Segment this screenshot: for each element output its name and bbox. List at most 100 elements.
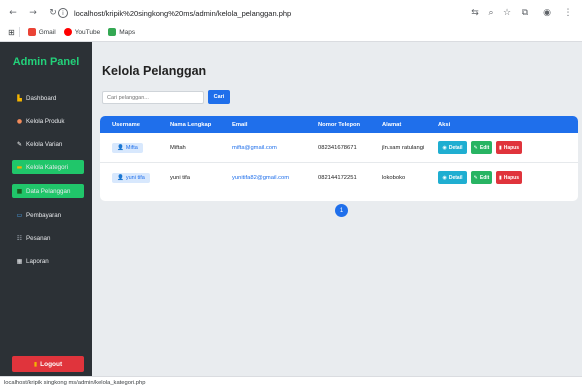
column-header-telepon: Nomor Telepon xyxy=(318,121,361,128)
delete-button[interactable]: ▮ Hapus xyxy=(496,141,522,154)
sidebar-item-kelola-varian[interactable]: ✎ Kelola Varian xyxy=(12,137,84,151)
email: mifta@gmail.com xyxy=(232,145,277,151)
menu-icon[interactable]: ⋮ xyxy=(562,4,574,22)
trash-icon: ▮ xyxy=(498,174,502,181)
main-content: Kelola Pelanggan Cari Username Nama Leng… xyxy=(92,42,582,376)
column-header-username: Username xyxy=(112,121,141,128)
username-badge: 👤 Mifta xyxy=(112,143,143,153)
detail-button[interactable]: ◉ Detail xyxy=(438,141,467,154)
user-icon: 👤 xyxy=(117,175,124,181)
alamat: lokoboko xyxy=(382,175,406,181)
edit-button[interactable]: ✎ Edit xyxy=(471,171,492,184)
status-bar: localhost/kripik singkong ms/admin/kelol… xyxy=(0,376,582,388)
payment-icon: ▭ xyxy=(16,211,23,219)
hapus-label: Hapus xyxy=(503,174,520,181)
bookmark-label: Gmail xyxy=(38,28,56,36)
orders-icon: ☷ xyxy=(16,234,23,242)
sidebar-item-kelola-produk[interactable]: ● Kelola Produk xyxy=(12,114,84,128)
address-bar[interactable]: i localhost/kripik%20singkong%20ms/admin… xyxy=(58,4,438,22)
search-button[interactable]: Cari xyxy=(208,90,230,104)
logout-icon: ▮ xyxy=(33,360,38,368)
address-url: localhost/kripik%20singkong%20ms/admin/k… xyxy=(74,8,292,18)
sidebar-item-laporan[interactable]: ▦ Laporan xyxy=(12,254,84,268)
nomor-telepon: 082341678671 xyxy=(318,145,357,151)
bookmark-star-icon[interactable]: ☆ xyxy=(500,4,514,22)
nama-lengkap: yuni tifa xyxy=(170,175,190,181)
sidebar-item-kelola-kategori[interactable]: ▬ Kelola Kategori xyxy=(12,160,84,174)
bookmarks-bar: ⊞ Gmail YouTube Maps xyxy=(0,24,582,40)
maps-icon xyxy=(108,28,117,36)
url-row: ← → ↻ i localhost/kripik%20singkong%20ms… xyxy=(0,4,582,22)
user-icon: 👤 xyxy=(117,145,124,151)
customer-table: Username Nama Lengkap Email Nomor Telepo… xyxy=(100,116,578,201)
bookmark-label: YouTube xyxy=(74,28,101,36)
sidebar-item-data-pelanggan[interactable]: ■ Data Pelanggan xyxy=(12,184,84,198)
column-header-alamat: Alamat xyxy=(382,121,402,128)
bookmark-divider xyxy=(18,27,20,37)
customers-icon: ■ xyxy=(16,187,23,195)
email: yunitifa82@gmail.com xyxy=(232,175,290,181)
logout-button[interactable]: ▮ Logout xyxy=(12,356,84,372)
extensions-icon[interactable]: ⧉ xyxy=(518,4,532,22)
search-input[interactable] xyxy=(102,91,204,104)
browser-chrome: ← → ↻ i localhost/kripik%20singkong%20ms… xyxy=(0,0,582,42)
eye-icon: ◉ xyxy=(442,174,447,181)
delete-button[interactable]: ▮ Hapus xyxy=(496,171,522,184)
sidebar-item-label: Kelola Varian xyxy=(26,140,63,148)
pencil-icon: ✎ xyxy=(16,140,23,148)
sidebar-item-dashboard[interactable]: ▙ Dashboard xyxy=(12,91,84,105)
detail-button[interactable]: ◉ Detail xyxy=(438,171,467,184)
sidebar-item-pembayaran[interactable]: ▭ Pembayaran xyxy=(12,208,84,222)
brand-title: Admin Panel xyxy=(12,56,80,68)
table-row: 👤 Mifta Miftah mifta@gmail.com 0823416786… xyxy=(100,133,578,163)
apps-icon[interactable]: ⊞ xyxy=(8,28,15,37)
detail-label: Detail xyxy=(448,144,463,151)
forward-icon[interactable]: → xyxy=(26,6,40,20)
trash-icon: ▮ xyxy=(498,144,502,151)
table-row: 👤 yuni tifa yuni tifa yunitifa82@gmail.co… xyxy=(100,163,578,193)
sidebar-item-label: Data Pelanggan xyxy=(26,187,71,195)
bookmark-gmail[interactable]: Gmail xyxy=(27,28,56,36)
sidebar-item-label: Dashboard xyxy=(26,94,57,102)
nomor-telepon: 082144172251 xyxy=(318,175,357,181)
sidebar: Admin Panel ▙ Dashboard ● Kelola Produk … xyxy=(0,42,92,376)
product-icon: ● xyxy=(16,117,23,125)
bookmark-youtube[interactable]: YouTube xyxy=(63,28,101,36)
zoom-icon[interactable]: ⌕ xyxy=(484,4,498,22)
username-badge: 👤 yuni tifa xyxy=(112,173,150,183)
youtube-icon xyxy=(63,28,72,36)
edit-icon: ✎ xyxy=(473,144,478,151)
eye-icon: ◉ xyxy=(442,144,447,151)
sidebar-item-label: Kelola Kategori xyxy=(26,163,68,171)
sidebar-item-label: Pembayaran xyxy=(26,211,62,219)
edit-icon: ✎ xyxy=(473,174,478,181)
table-header: Username Nama Lengkap Email Nomor Telepo… xyxy=(100,116,578,133)
folder-icon: ▬ xyxy=(16,163,23,171)
column-header-aksi: Aksi xyxy=(438,121,451,128)
gmail-icon xyxy=(27,28,36,36)
bookmark-label: Maps xyxy=(119,28,136,36)
site-info-icon[interactable]: i xyxy=(58,8,68,18)
translate-icon[interactable]: ⇆ xyxy=(468,4,482,22)
sidebar-item-label: Kelola Produk xyxy=(26,117,65,125)
report-icon: ▦ xyxy=(16,257,23,265)
column-header-email: Email xyxy=(232,121,248,128)
pagination-page-1[interactable]: 1 xyxy=(335,204,348,217)
profile-icon[interactable]: ◉ xyxy=(540,4,554,22)
edit-label: Edit xyxy=(479,174,490,181)
edit-button[interactable]: ✎ Edit xyxy=(471,141,492,154)
edit-label: Edit xyxy=(479,144,490,151)
alamat: jln.sam ratulangi xyxy=(382,145,425,151)
logout-label: Logout xyxy=(40,360,63,368)
nama-lengkap: Miftah xyxy=(170,145,186,151)
sidebar-item-pesanan[interactable]: ☷ Pesanan xyxy=(12,231,84,245)
status-url: localhost/kripik singkong ms/admin/kelol… xyxy=(4,379,146,386)
bookmark-maps[interactable]: Maps xyxy=(108,28,135,36)
hapus-label: Hapus xyxy=(503,144,520,151)
dashboard-icon: ▙ xyxy=(17,94,22,102)
username: yuni tifa xyxy=(125,175,145,181)
back-icon[interactable]: ← xyxy=(6,6,20,20)
detail-label: Detail xyxy=(448,174,463,181)
sidebar-item-label: Pesanan xyxy=(26,234,51,242)
page-title: Kelola Pelanggan xyxy=(102,64,207,78)
